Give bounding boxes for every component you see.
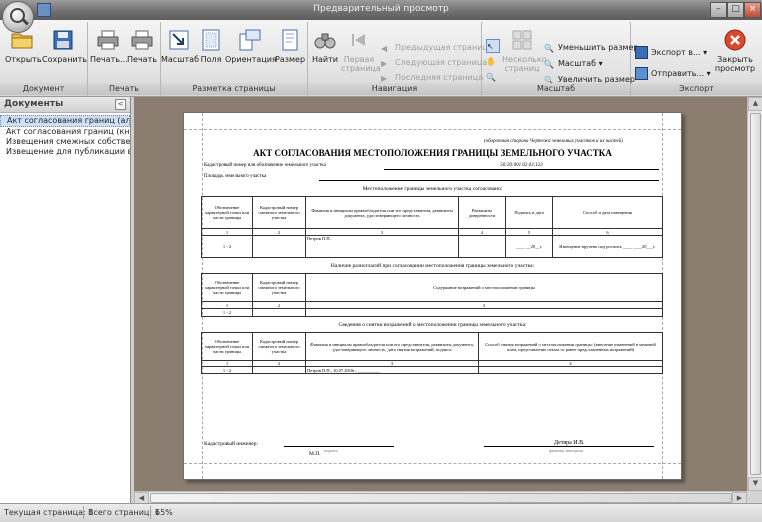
print-dialog-button[interactable]: Печать... xyxy=(90,26,128,64)
close-preview-button[interactable]: Закрыть просмотр xyxy=(711,26,759,73)
documents-panel: Документы < Акт согласования границ (алб… xyxy=(0,97,131,503)
save-button[interactable]: Сохранить xyxy=(42,26,87,64)
group-navigation: Найти Первая страница ◀ Предыдущая страни… xyxy=(308,22,493,96)
floppy-disk-icon xyxy=(53,30,73,50)
minimize-button[interactable]: – xyxy=(710,2,727,18)
group-export: Экспорт в... ▾ Отправить... ▾ Закрыть пр… xyxy=(631,22,762,96)
scale-icon xyxy=(169,30,189,50)
horizontal-scroll-thumb[interactable] xyxy=(150,493,732,503)
window-title: Предварительный просмотр xyxy=(313,4,449,14)
close-window-button[interactable]: × xyxy=(744,2,761,18)
total-pages-status: Всего страниц: 1 xyxy=(88,508,160,517)
margins-button[interactable]: Поля xyxy=(197,26,225,64)
document-item[interactable]: Извещения смежных собствен... xyxy=(0,137,130,147)
sign-caption: подпись xyxy=(324,448,338,453)
margins-icon xyxy=(202,29,220,51)
name-caption: фамилия, инициалы xyxy=(549,448,584,453)
app-menu-button[interactable] xyxy=(2,1,34,33)
current-page-status: Текущая страница: 1 xyxy=(4,508,94,517)
previous-arrow-icon: ◀ xyxy=(381,44,388,53)
first-page-button[interactable]: Первая страница xyxy=(341,26,381,73)
hand-tool-button[interactable]: ✋ xyxy=(486,55,496,69)
send-button[interactable]: Отправить... ▾ xyxy=(635,67,711,81)
find-button[interactable]: Найти xyxy=(310,26,340,64)
title-bar: Предварительный просмотр – □ × xyxy=(0,0,762,20)
export-icon xyxy=(635,46,648,59)
binoculars-icon xyxy=(314,33,336,49)
documents-panel-header: Документы < xyxy=(0,97,130,113)
section-agreed: Местоположение границы земельного участк… xyxy=(362,186,503,192)
page-size-icon xyxy=(282,29,298,51)
engineer-label: Кадастровый инженер: xyxy=(204,441,259,447)
cadnum-value: 50:20:001 02 03:123 xyxy=(384,163,659,170)
agreement-table: Обозначение характерной точки или части … xyxy=(201,196,663,258)
quick-access-icon[interactable] xyxy=(37,3,51,17)
zoom-dropdown-button[interactable]: 🔍 Масштаб ▾ xyxy=(544,57,603,71)
document-item[interactable]: Акт согласования границ (кни... xyxy=(0,127,130,137)
preview-page: (оборотная сторона Чертежа земельных уча… xyxy=(183,112,682,480)
size-button[interactable]: Размер xyxy=(275,26,305,64)
close-icon xyxy=(724,29,746,51)
group-label-navigation: Навигация xyxy=(308,83,481,95)
next-arrow-icon: ▶ xyxy=(381,59,388,68)
first-page-icon xyxy=(352,34,365,46)
group-label-print: Печать xyxy=(88,83,160,95)
status-bar: Текущая страница: 1 Всего страниц: 1 65% xyxy=(0,503,762,522)
chevron-down-icon: ▾ xyxy=(598,59,603,68)
maximize-button[interactable]: □ xyxy=(727,2,744,18)
last-page-icon: ▶ xyxy=(381,74,388,83)
collapse-panel-button[interactable]: < xyxy=(115,99,126,110)
previous-page-button[interactable]: ◀ Предыдущая страница xyxy=(381,41,493,55)
group-document: Открыть Сохранить Документ xyxy=(0,22,88,96)
orientation-button[interactable]: Ориентация xyxy=(225,26,277,64)
group-label-export: Экспорт xyxy=(631,83,762,95)
group-print: Печать... Печать Печать xyxy=(88,22,161,96)
magnifier-icon: 🔍 xyxy=(486,73,496,82)
scale-button[interactable]: Масштаб xyxy=(161,26,199,64)
multiple-pages-icon xyxy=(512,30,532,50)
group-label-zoom: Масштаб xyxy=(482,83,630,95)
page-title: АКТ СОГЛАСОВАНИЯ МЕСТОПОЛОЖЕНИЯ ГРАНИЦЫ … xyxy=(253,148,612,158)
group-label-layout: Разметка страницы xyxy=(161,83,307,95)
zoom-status: 65% xyxy=(155,508,173,517)
document-item[interactable]: Извещение для публикации в ... xyxy=(0,147,130,157)
printer-icon xyxy=(97,30,119,50)
disagreements-table: Обозначение характерной точки или части … xyxy=(201,273,663,317)
zoom-out-icon: 🔍 xyxy=(544,44,554,53)
vertical-scrollbar[interactable]: ▲ ▼ xyxy=(747,97,762,491)
pointer-tool-button[interactable]: ↖ xyxy=(486,39,500,53)
printer-icon xyxy=(131,30,153,50)
group-label-document: Документ xyxy=(0,83,87,95)
pointer-icon: ↖ xyxy=(487,42,494,51)
area-label: Площадь земельного участка xyxy=(204,174,267,179)
zoom-out-button[interactable]: 🔍 Уменьшить размер xyxy=(544,41,638,55)
group-zoom: ↖ ✋ 🔍 Несколько страниц 🔍 Уменьшить разме… xyxy=(482,22,638,96)
objections-table: Обозначение характерной точки или части … xyxy=(201,332,663,374)
cadnum-label: Кадастровый номер или обозначение земель… xyxy=(204,163,326,168)
vertical-scroll-thumb[interactable] xyxy=(750,113,761,475)
zoom-icon: 🔍 xyxy=(544,60,554,69)
engineer-name: Детяра И.В. xyxy=(554,440,585,446)
stamp-placeholder: М.П. xyxy=(309,451,321,457)
export-button[interactable]: Экспорт в... ▾ xyxy=(635,46,707,60)
next-page-button[interactable]: ▶ Следующая страница xyxy=(381,56,487,70)
scroll-down-icon[interactable]: ▼ xyxy=(748,477,762,491)
section-disagreements: Наличие разногласий при согласовании мес… xyxy=(330,263,535,269)
send-icon xyxy=(635,67,648,80)
chevron-down-icon: ▾ xyxy=(703,48,708,57)
document-item[interactable]: Акт согласования границ (алб... xyxy=(0,115,130,127)
page-note: (оборотная сторона Чертежа земельных уча… xyxy=(484,139,623,144)
multiple-pages-button[interactable]: Несколько страниц xyxy=(502,26,547,73)
print-button[interactable]: Печать xyxy=(126,26,158,64)
scroll-up-icon[interactable]: ▲ xyxy=(748,97,762,111)
orientation-icon xyxy=(239,29,261,51)
hand-icon: ✋ xyxy=(486,57,496,66)
group-page-layout: Масштаб Поля Ориентация Размер Разметка … xyxy=(161,22,308,96)
section-objections-removed: Сведения о снятии возражений о местополо… xyxy=(338,322,527,328)
